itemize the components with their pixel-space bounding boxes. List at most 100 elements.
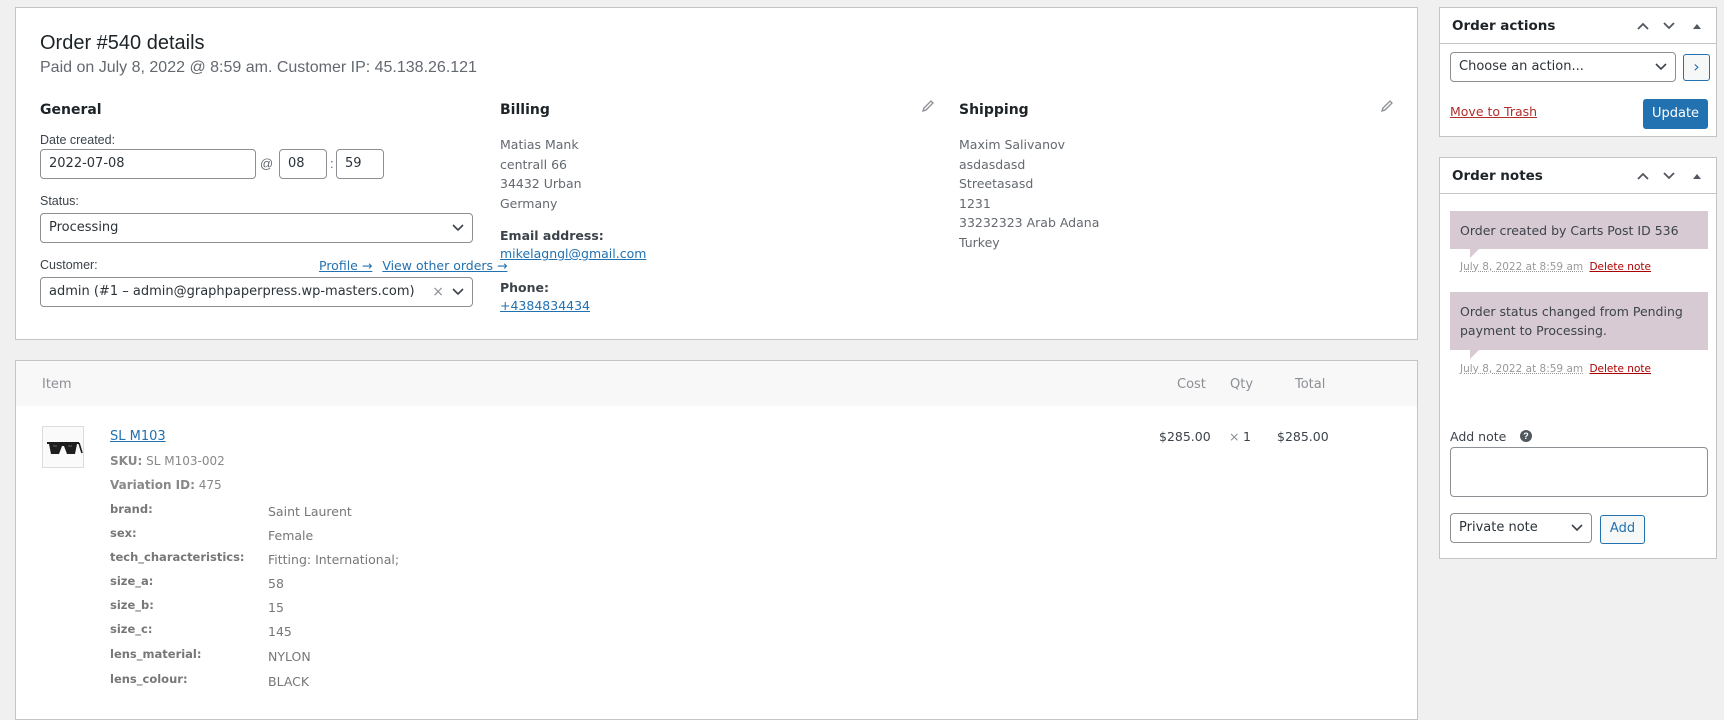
- add-note-textarea[interactable]: [1450, 447, 1708, 497]
- meta-key: tech_characteristics:: [110, 550, 245, 564]
- move-up-icon[interactable]: [1635, 168, 1651, 184]
- order-note: Order status changed from Pending paymen…: [1450, 292, 1708, 359]
- minute-input[interactable]: 59: [336, 149, 384, 179]
- billing-address: Matias Mank centrall 66 34432 Urban Germ…: [500, 135, 582, 213]
- shipping-line: Streetasasd: [959, 176, 1034, 191]
- shipping-line: 33232323 Arab Adana: [959, 215, 1100, 230]
- meta-key: lens_colour:: [110, 672, 188, 686]
- shipping-line: 1231: [959, 195, 991, 211]
- total-column-header: Total: [1295, 377, 1326, 392]
- customer-links: Profile → View other orders →: [313, 258, 508, 273]
- edit-shipping-pencil-icon[interactable]: [1380, 99, 1394, 113]
- item-cost: $285.00: [1159, 429, 1211, 444]
- meta-key: size_c:: [110, 622, 153, 636]
- shipping-line: Maxim Salivanov: [959, 137, 1066, 152]
- meta-value: Saint Laurent: [268, 504, 352, 519]
- qty-times: ×: [1229, 429, 1240, 444]
- shipping-address: Maxim Salivanov asdasdasd Streetasasd 12…: [959, 135, 1099, 252]
- time-colon: :: [330, 156, 334, 171]
- billing-phone-link[interactable]: +4384834434: [500, 298, 590, 313]
- meta-key: size_a:: [110, 574, 154, 588]
- shipping-line: asdasdasd: [959, 156, 1026, 172]
- order-actions-header: Order actions: [1440, 8, 1716, 44]
- clear-customer-icon[interactable]: ×: [432, 284, 444, 300]
- phone-label: Phone:: [500, 280, 550, 295]
- sunglasses-icon: [47, 442, 83, 454]
- variation-label: Variation ID:: [110, 478, 195, 492]
- billing-heading: Billing: [500, 102, 550, 118]
- billing-line: Matias Mank: [500, 137, 579, 152]
- at-separator: @: [260, 156, 274, 171]
- meta-value: Female: [268, 528, 314, 543]
- note-date: July 8, 2022 at 8:59 am: [1460, 363, 1584, 375]
- item-sku: SKU: SL M103-002: [110, 454, 225, 468]
- move-to-trash-text[interactable]: Move to Trash: [1450, 104, 1537, 119]
- add-note-button[interactable]: Add: [1600, 515, 1645, 544]
- apply-action-button[interactable]: ›: [1683, 54, 1710, 81]
- help-icon[interactable]: ?: [1520, 430, 1532, 442]
- date-created-input[interactable]: 2022-07-08: [40, 149, 256, 179]
- view-other-orders-link[interactable]: View other orders →: [382, 258, 507, 273]
- item-column-header: Item: [42, 377, 72, 392]
- note-type-select[interactable]: Private note: [1450, 513, 1592, 543]
- date-created-label: Date created:: [40, 133, 116, 147]
- order-note: Order created by Carts Post ID 536: [1450, 211, 1708, 258]
- email-label: Email address:: [500, 228, 604, 243]
- note-meta: July 8, 2022 at 8:59 am Delete note: [1460, 363, 1651, 375]
- customer-label: Customer:: [40, 258, 98, 272]
- order-notes-box: Order notes Order created by Carts Post …: [1439, 157, 1717, 559]
- order-actions-box: Order actions Choose an action... › Move…: [1439, 7, 1717, 137]
- customer-value: admin (#1 – admin@graphpaperpress.wp-mas…: [49, 284, 415, 299]
- collapse-toggle-icon[interactable]: [1689, 168, 1705, 184]
- qty-column-header: Qty: [1230, 377, 1254, 392]
- chevron-down-icon: [1655, 63, 1667, 71]
- order-items-panel: Item Cost Qty Total SL M103 SKU: SL M103…: [15, 360, 1418, 720]
- meta-value: NYLON: [268, 649, 311, 664]
- note-meta: July 8, 2022 at 8:59 am Delete note: [1460, 261, 1651, 273]
- move-up-icon[interactable]: [1635, 18, 1651, 34]
- chevron-down-icon: [452, 224, 464, 232]
- order-notes-header: Order notes: [1440, 158, 1716, 194]
- item-variation: Variation ID: 475: [110, 478, 222, 492]
- order-subtitle: Paid on July 8, 2022 @ 8:59 am. Customer…: [40, 59, 477, 76]
- customer-select[interactable]: admin (#1 – admin@graphpaperpress.wp-mas…: [40, 277, 473, 307]
- delete-note-link[interactable]: Delete note: [1589, 363, 1651, 375]
- meta-value: 15: [268, 600, 284, 615]
- order-action-select[interactable]: Choose an action...: [1450, 52, 1676, 82]
- billing-email-link[interactable]: mikelagngl@gmail.com: [500, 246, 646, 261]
- move-down-icon[interactable]: [1661, 18, 1677, 34]
- order-action-value: Choose an action...: [1459, 59, 1584, 74]
- general-heading: General: [40, 102, 102, 118]
- meta-value: BLACK: [268, 674, 310, 689]
- status-label: Status:: [40, 194, 79, 208]
- note-date: July 8, 2022 at 8:59 am: [1460, 261, 1584, 273]
- move-to-trash-link[interactable]: Move to Trash: [1450, 104, 1537, 119]
- move-down-icon[interactable]: [1661, 168, 1677, 184]
- shipping-heading: Shipping: [959, 102, 1029, 118]
- delete-note-link[interactable]: Delete note: [1589, 261, 1651, 273]
- chevron-down-icon: [1571, 524, 1583, 532]
- update-button[interactable]: Update: [1643, 99, 1708, 129]
- chevron-down-icon: [452, 288, 464, 296]
- meta-key: lens_material:: [110, 647, 202, 661]
- order-actions-title: Order actions: [1452, 18, 1556, 34]
- edit-billing-pencil-icon[interactable]: [921, 99, 935, 113]
- sku-label: SKU:: [110, 454, 143, 468]
- meta-value: Fitting: International;: [268, 552, 400, 567]
- item-total: $285.00: [1277, 429, 1329, 444]
- order-edit-page: Order #540 details Paid on July 8, 2022 …: [0, 0, 1724, 720]
- order-notes-title: Order notes: [1452, 168, 1543, 184]
- billing-line: centrall 66: [500, 156, 568, 172]
- shipping-line: Turkey: [959, 234, 1000, 250]
- billing-line: Germany: [500, 195, 558, 211]
- meta-key: sex:: [110, 526, 137, 540]
- product-name-link[interactable]: SL M103: [110, 429, 166, 444]
- profile-link[interactable]: Profile →: [319, 258, 372, 273]
- add-note-label: Add note: [1450, 429, 1507, 444]
- sku-value: SL M103-002: [146, 454, 225, 468]
- hour-input[interactable]: 08: [279, 149, 327, 179]
- item-qty: 1: [1243, 429, 1251, 444]
- status-select[interactable]: Processing: [40, 213, 473, 243]
- collapse-toggle-icon[interactable]: [1689, 18, 1705, 34]
- status-value: Processing: [49, 220, 119, 235]
